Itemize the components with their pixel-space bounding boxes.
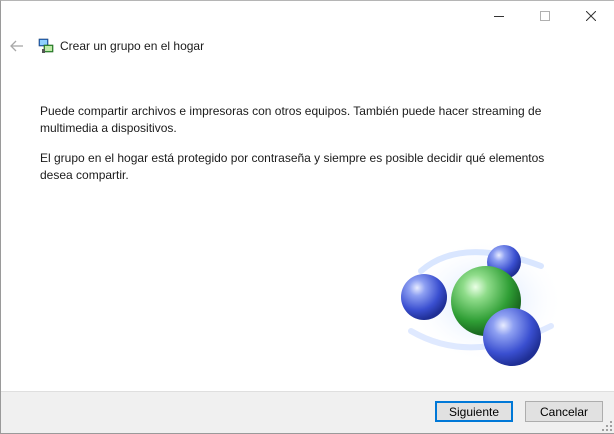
cancel-button[interactable]: Cancelar — [525, 401, 603, 422]
maximize-icon — [540, 11, 550, 21]
homegroup-spheres-illustration — [401, 239, 561, 366]
minimize-button[interactable] — [476, 1, 522, 31]
wizard-window: Crear un grupo en el hogar Puede compart… — [0, 0, 614, 434]
description-text: Puede compartir archivos e impresoras co… — [40, 104, 542, 135]
next-button[interactable]: Siguiente — [435, 401, 513, 422]
minimize-icon — [494, 16, 504, 17]
page-title: Crear un grupo en el hogar — [60, 39, 205, 53]
maximize-button[interactable] — [522, 1, 568, 31]
close-button[interactable] — [568, 1, 614, 31]
back-arrow-icon — [10, 40, 23, 52]
password-info-text: El grupo en el hogar está protegido por … — [40, 151, 545, 182]
close-icon — [586, 11, 596, 21]
footer-bar: Siguiente Cancelar — [1, 391, 614, 433]
homegroup-icon — [38, 38, 54, 53]
caption-bar — [476, 1, 614, 31]
back-button[interactable] — [9, 38, 25, 54]
resize-grip-icon[interactable] — [602, 421, 612, 431]
